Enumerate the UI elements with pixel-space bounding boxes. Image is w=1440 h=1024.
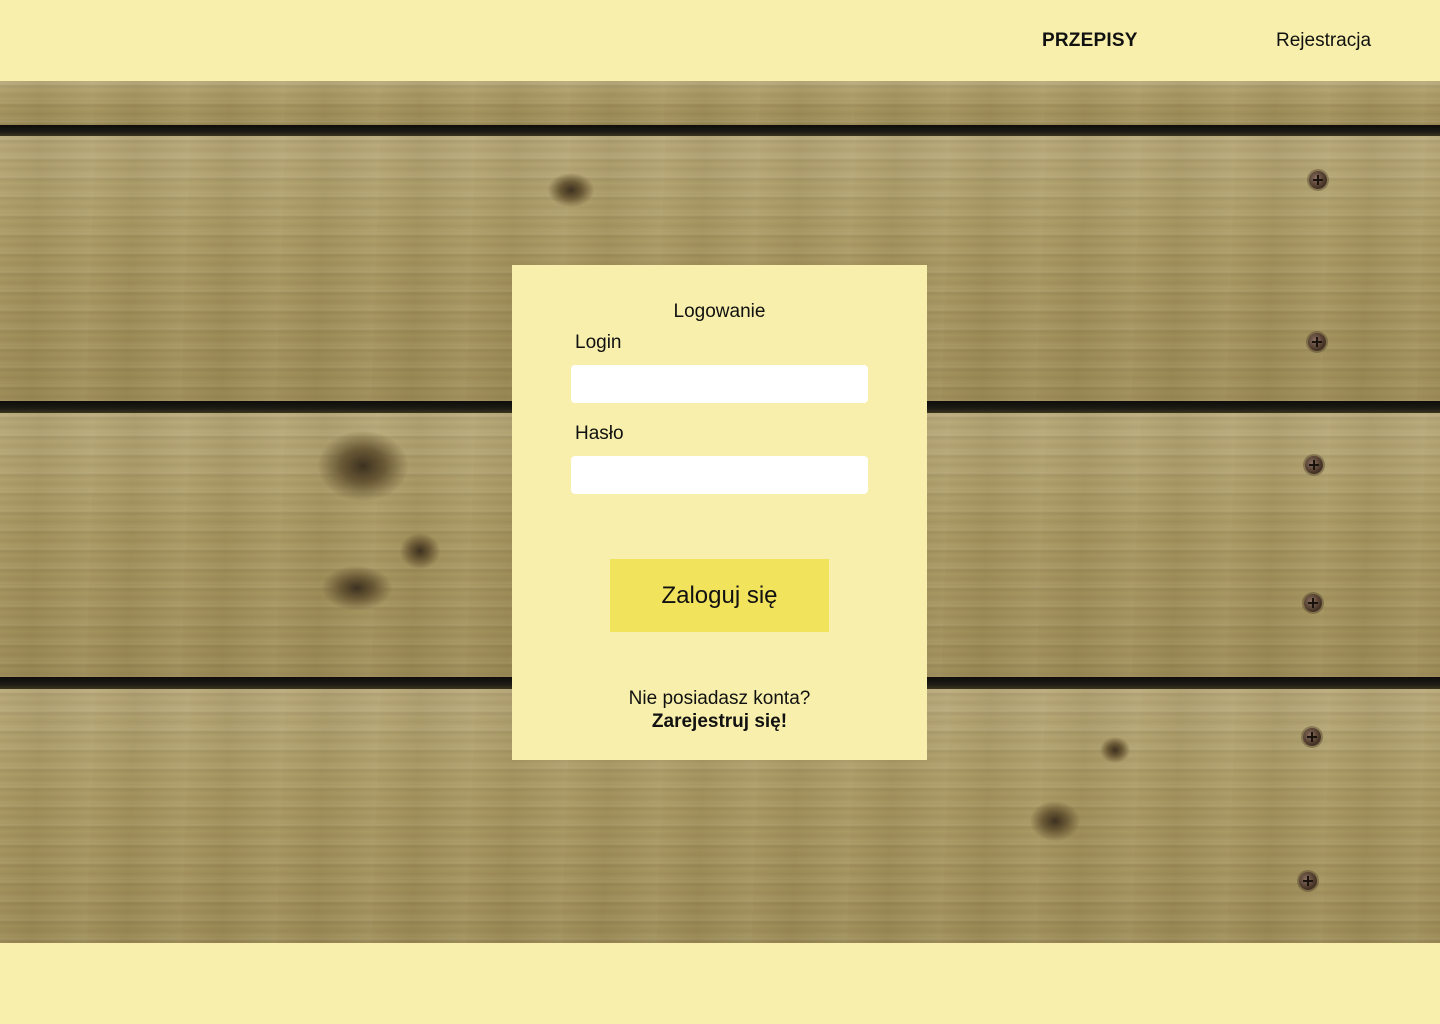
screw-head	[1303, 728, 1321, 746]
screw-head	[1308, 333, 1326, 351]
login-button[interactable]: Zaloguj się	[610, 559, 829, 632]
password-label: Hasło	[575, 423, 624, 444]
login-label: Login	[575, 332, 622, 353]
screw-head	[1309, 171, 1327, 189]
nav-link-rejestracja[interactable]: Rejestracja	[1276, 30, 1371, 52]
screw-head	[1299, 872, 1317, 890]
plank-gap	[0, 125, 1440, 136]
screw-head	[1304, 594, 1322, 612]
wood-knot	[322, 566, 392, 610]
screw-head	[1305, 456, 1323, 474]
wood-plank	[0, 81, 1440, 125]
top-navigation: PRZEPISY Rejestracja	[0, 0, 1440, 81]
login-form: Logowanie Login Hasło Zaloguj się Nie po…	[512, 265, 927, 760]
wood-knot	[400, 533, 440, 569]
no-account-text: Nie posiadasz konta?	[628, 688, 811, 709]
password-input[interactable]	[571, 456, 868, 494]
wood-knot	[548, 173, 594, 207]
wood-knot	[318, 431, 408, 501]
login-title: Logowanie	[673, 301, 766, 322]
wood-knot	[1030, 801, 1080, 841]
footer-band	[0, 943, 1440, 1024]
login-input[interactable]	[571, 365, 868, 403]
nav-link-przepisy[interactable]: PRZEPISY	[1042, 30, 1138, 52]
register-link[interactable]: Zarejestruj się!	[512, 711, 927, 733]
wood-knot	[1100, 737, 1130, 763]
